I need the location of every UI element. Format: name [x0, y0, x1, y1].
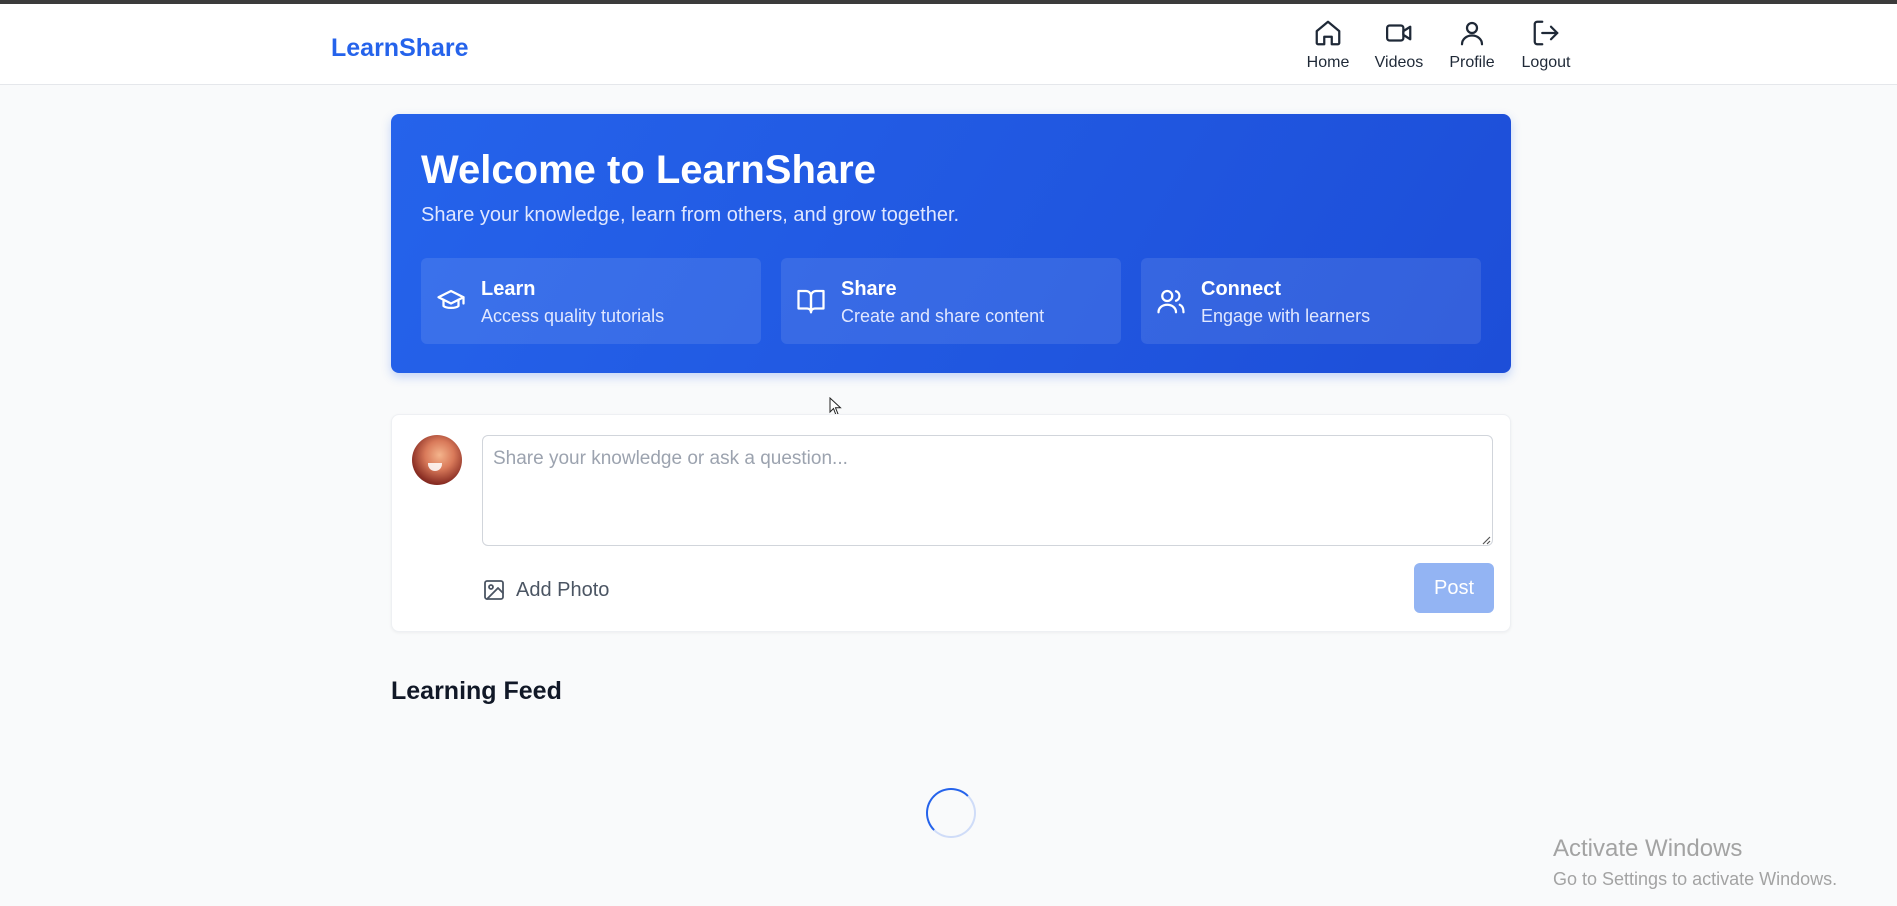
post-input[interactable]: [482, 435, 1493, 546]
feature-card-connect: Connect Engage with learners: [1141, 258, 1481, 344]
nav-home-label: Home: [1306, 54, 1350, 71]
image-icon: [484, 580, 504, 600]
welcome-banner: Welcome to LearnShare Share your knowled…: [391, 114, 1511, 373]
user-icon: [1460, 21, 1484, 46]
feature-card-share: Share Create and share content: [781, 258, 1121, 344]
hero-title: Welcome to LearnShare: [421, 148, 876, 192]
resize-grip-icon[interactable]: [1481, 535, 1491, 545]
brand-logo[interactable]: LearnShare: [331, 34, 469, 63]
loading-spinner: [926, 788, 976, 838]
book-open-icon: [797, 289, 825, 314]
feature-title: Share: [841, 278, 897, 300]
nav-logout-label: Logout: [1521, 54, 1571, 71]
windows-activation-watermark: Activate Windows Go to Settings to activ…: [1553, 835, 1837, 890]
feature-description: Engage with learners: [1201, 306, 1371, 326]
feature-card-learn: Learn Access quality tutorials: [421, 258, 761, 344]
nav-home[interactable]: Home: [1295, 14, 1361, 78]
watermark-subtitle: Go to Settings to activate Windows.: [1553, 869, 1838, 889]
hero-subtitle: Share your knowledge, learn from others,…: [421, 204, 960, 226]
user-avatar[interactable]: [412, 435, 462, 485]
feed-title: Learning Feed: [391, 677, 562, 705]
nav-videos[interactable]: Videos: [1366, 14, 1432, 78]
nav-profile[interactable]: Profile: [1439, 14, 1505, 78]
feature-description: Access quality tutorials: [481, 306, 665, 326]
nav-profile-label: Profile: [1449, 54, 1495, 71]
nav-logout[interactable]: Logout: [1513, 14, 1579, 78]
logout-icon: [1533, 20, 1559, 46]
home-icon: [1315, 20, 1341, 46]
watermark-title: Activate Windows: [1553, 835, 1743, 862]
feature-title: Connect: [1201, 278, 1281, 300]
users-icon: [1157, 289, 1185, 314]
feature-title: Learn: [481, 278, 536, 300]
add-photo-label: Add Photo: [516, 578, 610, 601]
post-composer: Add Photo Post: [391, 414, 1511, 632]
video-icon: [1386, 24, 1412, 42]
post-button[interactable]: Post: [1414, 563, 1494, 613]
feature-description: Create and share content: [841, 306, 1045, 326]
graduation-cap-icon: [437, 289, 465, 309]
add-photo-button[interactable]: Add Photo: [482, 575, 609, 605]
nav-videos-label: Videos: [1374, 54, 1424, 71]
top-navbar: LearnShare Home Videos Profile Logout: [0, 4, 1897, 85]
